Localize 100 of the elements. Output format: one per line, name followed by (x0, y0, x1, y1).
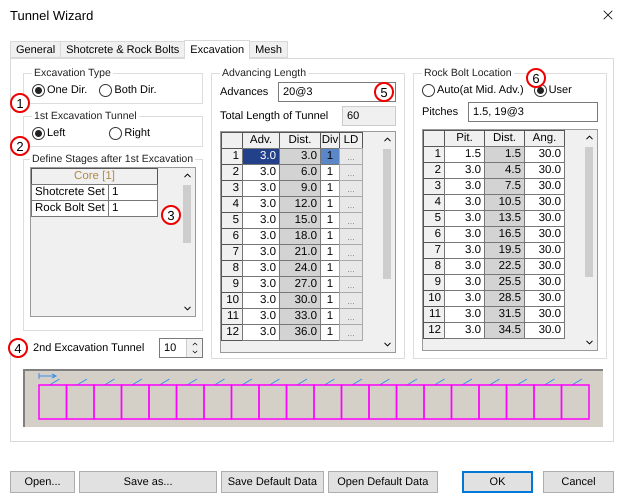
table-cell[interactable]: 3.0 (242, 276, 280, 293)
table-cell[interactable]: 3.0 (242, 260, 280, 277)
field-label: Pitches (422, 106, 460, 118)
table-cell[interactable]: 3.0 (444, 226, 485, 243)
table-cell[interactable]: 3.0 (444, 258, 485, 275)
table-cell: 36.0 (279, 324, 321, 341)
spin-down-icon[interactable] (190, 348, 198, 356)
table-cell[interactable]: 1.5 (444, 146, 485, 163)
table-cell[interactable]: 3.0 (242, 148, 280, 165)
radio-button[interactable]: One Dir. (32, 84, 88, 96)
table-cell[interactable]: 30.0 (524, 146, 565, 163)
group-title: Excavation Type (33, 67, 112, 79)
column-header: LD (339, 132, 363, 149)
radio-button[interactable]: Right (109, 126, 150, 140)
radio-button[interactable]: Both Dir. (99, 84, 157, 96)
table-cell: 19.5 (484, 242, 525, 259)
table-cell: 33.0 (279, 308, 321, 325)
table-cell: 9.0 (279, 180, 321, 197)
table-cell[interactable]: 30.0 (524, 178, 565, 195)
table-cell[interactable]: 30.0 (524, 258, 565, 275)
table-cell[interactable]: 3.0 (242, 212, 280, 229)
table-cell[interactable]: 3.0 (242, 324, 280, 341)
scroll-thumb[interactable] (183, 185, 191, 243)
table-cell: 24.0 (279, 260, 321, 277)
table-cell[interactable]: 3.0 (444, 194, 485, 211)
column-header: Core [1] (31, 168, 158, 185)
dialog-button[interactable]: Open... (10, 471, 76, 493)
dialog-button[interactable]: Cancel (543, 471, 614, 493)
tab[interactable]: General (10, 41, 62, 58)
table-cell[interactable]: 1 (320, 324, 340, 341)
spin-up-icon[interactable] (190, 340, 198, 348)
table-cell[interactable]: 3.0 (242, 180, 280, 197)
dialog-button[interactable]: OK (462, 471, 534, 493)
group-title: 1st Excavation Tunnel (33, 110, 138, 122)
radio-button[interactable]: Left (32, 126, 66, 140)
table-cell[interactable]: 3.0 (242, 164, 280, 181)
table-cell[interactable]: 3.0 (444, 322, 485, 339)
table-cell[interactable]: 3.0 (444, 162, 485, 179)
table-cell[interactable]: 3.0 (444, 290, 485, 307)
table-cell[interactable]: 30.0 (524, 210, 565, 227)
table-cell: 1.5 (484, 146, 525, 163)
table-cell[interactable]: 3.0 (444, 306, 485, 323)
table-cell: 16.5 (484, 226, 525, 243)
table-cell[interactable]: 3.0 (444, 274, 485, 291)
input-field[interactable]: 1.5, 19@3 (468, 102, 598, 122)
table-cell: 30.0 (279, 292, 321, 309)
table-cell[interactable]: 3.0 (242, 196, 280, 213)
scroll-thumb[interactable] (383, 149, 391, 279)
table-cell[interactable]: 30.0 (524, 290, 565, 307)
table-cell[interactable]: 3.0 (444, 178, 485, 195)
readonly-field[interactable]: 60 (342, 106, 396, 126)
table-cell[interactable]: 30.0 (524, 306, 565, 323)
table-cell: 3.0 (279, 148, 321, 165)
group-title: Rock Bolt Location (423, 67, 513, 79)
row-header: 12 (221, 324, 243, 341)
callout-marker: 2 (10, 136, 30, 156)
table-cell[interactable]: 30.0 (524, 242, 565, 259)
table-cell: 10.5 (484, 194, 525, 211)
table-cell[interactable]: 30.0 (524, 322, 565, 339)
table-cell[interactable]: 30.0 (524, 194, 565, 211)
table-cell: 34.5 (484, 322, 525, 339)
table-cell: 31.5 (484, 306, 525, 323)
spin-field[interactable]: 10 (159, 338, 203, 358)
tab[interactable]: Shotcrete & Rock Bolts (60, 41, 186, 58)
group-title: Advancing Length (221, 67, 308, 79)
table-cell[interactable]: 3.0 (444, 242, 485, 259)
table-cell: 27.0 (279, 276, 321, 293)
table-cell[interactable]: 30.0 (524, 226, 565, 243)
table-cell: 12.0 (279, 196, 321, 213)
table-cell: 15.0 (279, 212, 321, 229)
tab[interactable]: Mesh (249, 41, 288, 58)
window-title: Tunnel Wizard (10, 8, 94, 22)
radio-circle-icon (422, 84, 435, 96)
table-cell[interactable]: 1 (108, 184, 158, 201)
table-cell[interactable]: 3.0 (242, 308, 280, 325)
row-header: 12 (423, 322, 445, 339)
column-header: Ang. (524, 130, 565, 147)
radio-circle-icon (32, 126, 45, 140)
callout-marker: 4 (8, 338, 28, 358)
callout-marker: 1 (10, 93, 30, 113)
table-cell: 6.0 (279, 164, 321, 181)
table-cell[interactable]: 30.0 (524, 162, 565, 179)
field-label: 2nd Excavation Tunnel (33, 342, 146, 354)
table-cell[interactable]: 1 (108, 200, 158, 217)
radio-circle-icon (109, 126, 122, 140)
radio-button[interactable]: Auto(at Mid. Adv.) (422, 84, 524, 96)
table-cell[interactable]: 30.0 (524, 274, 565, 291)
radio-circle-icon (99, 84, 112, 96)
field-label: Advances (220, 86, 270, 98)
table-cell[interactable]: 3.0 (242, 292, 280, 309)
table-cell[interactable]: 3.0 (444, 210, 485, 227)
table-cell: 28.5 (484, 290, 525, 307)
dialog-button[interactable]: Save as... (79, 471, 218, 493)
dialog-button[interactable]: Open Default Data (328, 471, 438, 493)
table-cell[interactable]: 3.0 (242, 228, 280, 245)
scroll-thumb[interactable] (585, 147, 593, 277)
dialog-button[interactable]: Save Default Data (221, 471, 324, 493)
table-cell: 4.5 (484, 162, 525, 179)
table-cell[interactable]: 3.0 (242, 244, 280, 261)
tab[interactable]: Excavation (184, 40, 250, 59)
